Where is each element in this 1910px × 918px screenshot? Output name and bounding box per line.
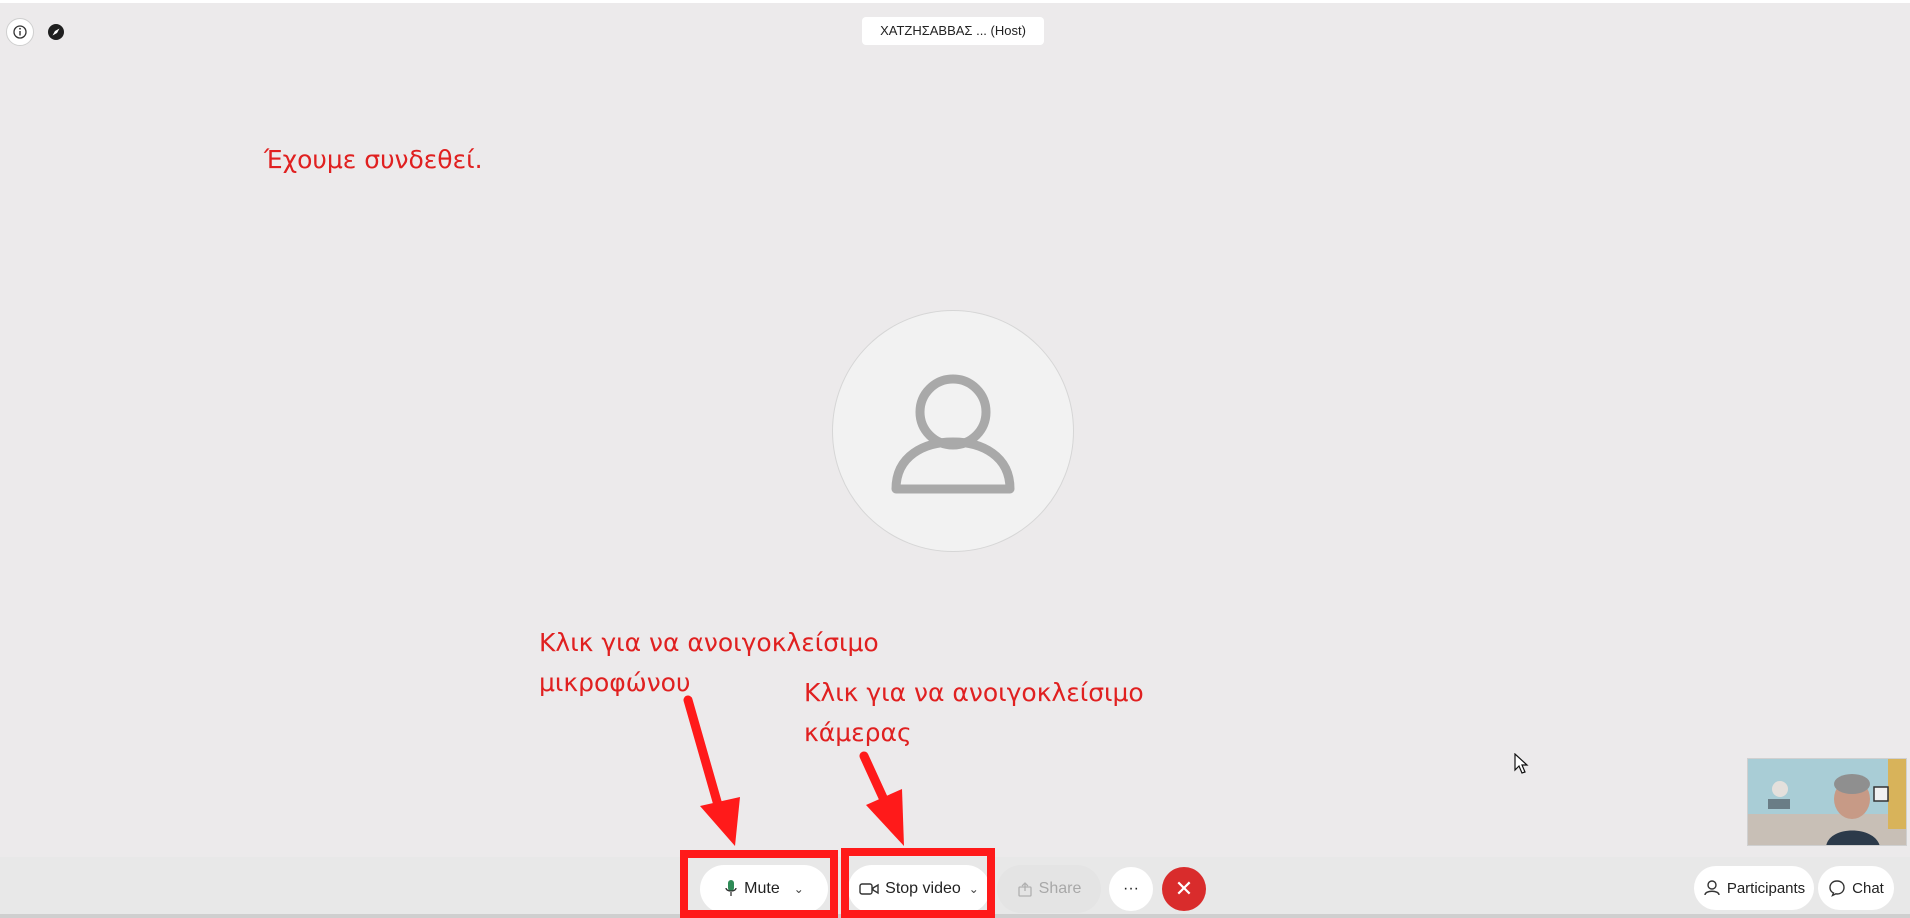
chevron-down-icon[interactable]: ⌄ xyxy=(794,882,804,896)
participants-label: Participants xyxy=(1726,879,1806,897)
share-icon xyxy=(1017,882,1032,897)
stop-video-button[interactable]: Stop video ⌄ xyxy=(848,865,990,913)
chevron-down-icon[interactable]: ⌄ xyxy=(969,882,979,896)
mouse-cursor-icon xyxy=(1514,753,1529,774)
close-icon: ✕ xyxy=(1174,876,1194,901)
camera-icon xyxy=(859,883,879,895)
self-view-image xyxy=(1748,759,1906,845)
mic-arrow xyxy=(683,695,740,846)
annotation-arrows xyxy=(683,695,904,846)
chat-bubble-icon xyxy=(1829,880,1845,897)
bottom-edge xyxy=(0,914,1910,918)
mute-label: Mute xyxy=(744,880,780,897)
person-icon xyxy=(1704,880,1720,896)
stop-video-label: Stop video xyxy=(885,880,961,897)
more-icon: ··· xyxy=(1123,880,1139,897)
share-label: Share xyxy=(1038,880,1082,897)
chat-button[interactable]: Chat xyxy=(1818,866,1894,910)
more-button[interactable]: ··· xyxy=(1109,867,1153,911)
camera-arrow xyxy=(859,751,904,846)
mute-button[interactable]: Mute ⌄ xyxy=(700,865,828,913)
chat-label: Chat xyxy=(1852,879,1884,897)
end-call-button[interactable]: ✕ xyxy=(1162,867,1206,911)
share-button[interactable]: Share xyxy=(997,865,1101,913)
self-view-video[interactable] xyxy=(1747,758,1907,846)
participants-button[interactable]: Participants xyxy=(1694,866,1814,910)
microphone-icon xyxy=(725,880,737,896)
